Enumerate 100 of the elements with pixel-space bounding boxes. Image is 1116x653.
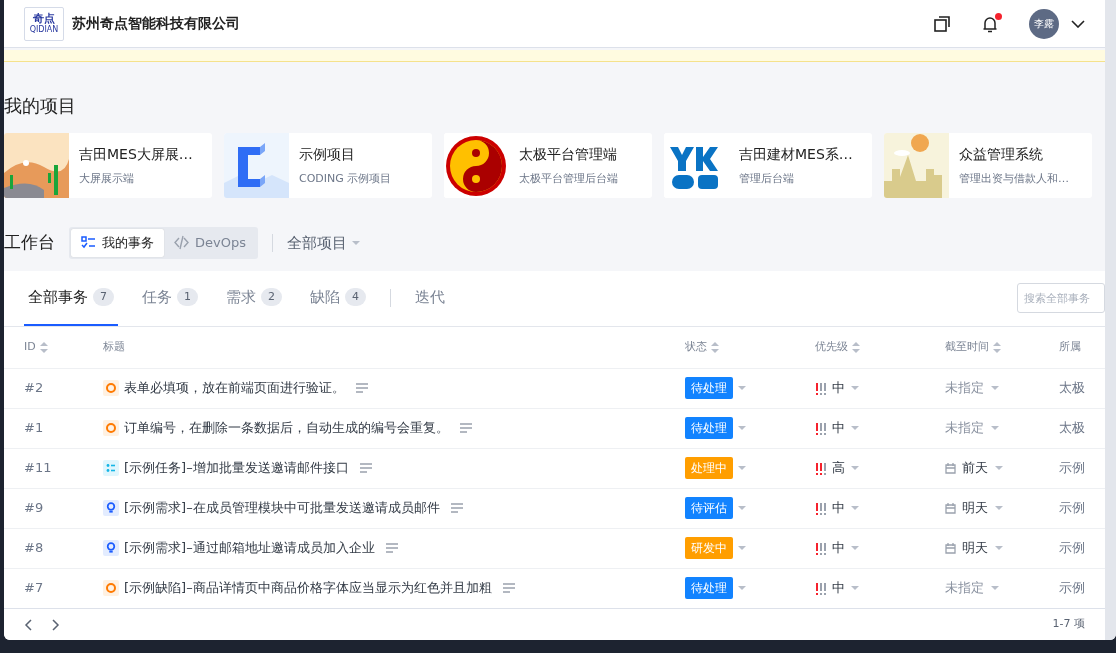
caret-icon <box>990 585 1000 591</box>
caret-icon <box>737 545 747 551</box>
priority-label[interactable]: 高 <box>832 458 845 478</box>
project-name: 示例 <box>1059 579 1086 598</box>
due-date[interactable]: 明天 <box>962 538 988 558</box>
search-field[interactable]: 搜索全部事务 <box>1017 283 1105 313</box>
caret-icon <box>994 465 1004 471</box>
issue-title[interactable]: [示例任务]–增加批量发送邀请邮件接口 <box>124 458 349 478</box>
task-icon <box>103 460 119 476</box>
column-header[interactable]: 优先级 <box>815 338 848 356</box>
checklist-icon <box>81 235 96 251</box>
scrollbar[interactable] <box>1105 0 1116 640</box>
next-page-button[interactable] <box>52 618 60 631</box>
tab-label[interactable]: 任务 <box>142 285 172 309</box>
project-card[interactable]: 吉田MES大屏展… 大屏展示端 <box>4 133 212 198</box>
caret-icon <box>350 239 361 246</box>
priority-label[interactable]: 中 <box>832 378 845 398</box>
priority-label[interactable]: 中 <box>832 498 845 518</box>
project-name: 太极 <box>1059 419 1086 438</box>
issue-id: #1 <box>24 419 45 438</box>
notification-button[interactable] <box>981 14 999 33</box>
project-name: 示例 <box>1059 499 1086 518</box>
caret-icon <box>850 545 860 551</box>
due-date[interactable]: 明天 <box>962 498 988 518</box>
caret-icon <box>737 425 747 431</box>
defect-icon <box>103 580 119 596</box>
status-dropdown[interactable]: 待处理 <box>685 377 733 399</box>
column-header[interactable]: ID <box>24 338 36 356</box>
count-badge: 7 <box>93 287 114 307</box>
tab[interactable]: 迭代 <box>411 270 449 326</box>
sort-icon[interactable] <box>39 341 48 353</box>
view-tab[interactable]: 我的事务 <box>71 229 164 257</box>
windows-button[interactable] <box>933 14 951 33</box>
caret-icon <box>994 505 1004 511</box>
count-badge: 2 <box>261 287 282 307</box>
caret-icon <box>850 465 860 471</box>
code-icon <box>174 235 189 251</box>
issue-title[interactable]: 表单必填项，放在前端页面进行验证。 <box>124 378 345 398</box>
due-date[interactable]: 前天 <box>962 458 988 478</box>
project-card[interactable]: 太极平台管理端 太极平台管理后台端 <box>444 133 652 198</box>
project-filter-dropdown[interactable]: 全部项目 <box>286 231 361 254</box>
logo-text: 奇点 <box>33 13 55 24</box>
count-badge: 4 <box>345 287 366 307</box>
status-dropdown[interactable]: 待评估 <box>685 497 733 519</box>
chevron-down-icon <box>1071 19 1085 28</box>
caret-icon <box>850 505 860 511</box>
priority-label[interactable]: 中 <box>832 538 845 558</box>
caret-icon <box>737 505 747 511</box>
sort-icon[interactable] <box>993 341 1001 353</box>
caret-icon <box>737 385 747 391</box>
tab-label[interactable]: 缺陷 <box>310 285 340 309</box>
tab-label[interactable]: 需求 <box>226 285 256 309</box>
chevron-right-icon <box>52 618 60 631</box>
issue-title[interactable]: 订单编号，在删除一条数据后，自动生成的编号会重复。 <box>124 418 449 438</box>
column-header: 标题 <box>103 338 125 355</box>
project-card[interactable]: 示例项目 CODING 示例项目 <box>224 133 432 198</box>
tab[interactable]: 任务 1 <box>138 270 202 326</box>
issue-id: #2 <box>24 379 45 398</box>
chevron-left-icon <box>24 618 32 631</box>
section-title: 工作台 <box>4 231 55 254</box>
caret-icon <box>990 425 1000 431</box>
defect-icon <box>103 380 119 396</box>
previous-page-button[interactable] <box>24 618 32 631</box>
defect-icon <box>103 420 119 436</box>
caret-icon <box>737 585 747 591</box>
caret-icon <box>737 465 747 471</box>
lightbulb-icon <box>103 500 119 516</box>
project-name: 太极平台管理端 <box>519 144 618 164</box>
caret-icon <box>850 425 860 431</box>
issue-title[interactable]: [示例缺陷]–商品详情页中商品价格字体应当显示为红色并且加粗 <box>124 578 492 598</box>
status-dropdown[interactable]: 待处理 <box>685 417 733 439</box>
column-header[interactable]: 截至时间 <box>945 338 989 356</box>
project-name: 吉田MES大屏展… <box>79 144 193 164</box>
tab[interactable]: 全部事务 7 <box>24 270 118 326</box>
status-dropdown[interactable]: 待处理 <box>685 577 733 599</box>
sort-icon[interactable] <box>711 341 719 353</box>
project-card[interactable]: 众益管理系统 管理出资与借款人和… <box>884 133 1092 198</box>
issue-id: #8 <box>24 539 45 558</box>
pagination-range: 1-7 项 <box>1052 616 1085 633</box>
priority-label[interactable]: 中 <box>832 418 845 438</box>
company-name: 苏州奇点智能科技有限公司 <box>72 14 240 33</box>
tab[interactable]: 缺陷 4 <box>306 270 370 326</box>
tab[interactable]: 需求 2 <box>222 270 286 326</box>
caret-icon <box>994 545 1004 551</box>
issue-title[interactable]: [示例需求]–通过邮箱地址邀请成员加入企业 <box>124 538 375 558</box>
project-name: 吉田建材MES系… <box>739 144 853 164</box>
priority-label[interactable]: 中 <box>832 578 845 598</box>
project-name: 示例 <box>1059 539 1086 558</box>
column-header[interactable]: 状态 <box>685 338 707 356</box>
logo-text: QIDIAN <box>29 26 59 34</box>
project-description: 太极平台管理后台端 <box>519 170 618 187</box>
caret-icon <box>990 385 1000 391</box>
issue-title[interactable]: [示例需求]–在成员管理模块中可批量发送邀请成员邮件 <box>124 498 440 518</box>
project-name: 示例项目 <box>299 144 356 164</box>
caret-icon <box>850 585 860 591</box>
sort-icon[interactable] <box>852 341 860 353</box>
project-name: 众益管理系统 <box>959 144 1044 164</box>
windows-icon <box>933 14 951 33</box>
tab-label[interactable]: 全部事务 <box>28 285 88 309</box>
bell-icon <box>981 14 999 33</box>
